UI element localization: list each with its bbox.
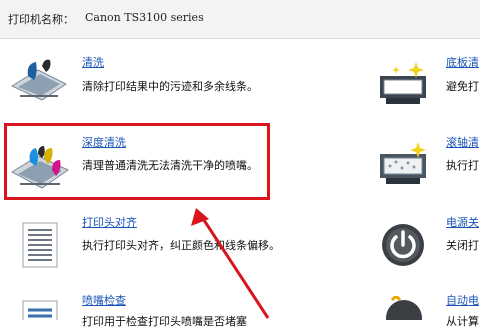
red-arrow-annotation bbox=[191, 208, 270, 319]
